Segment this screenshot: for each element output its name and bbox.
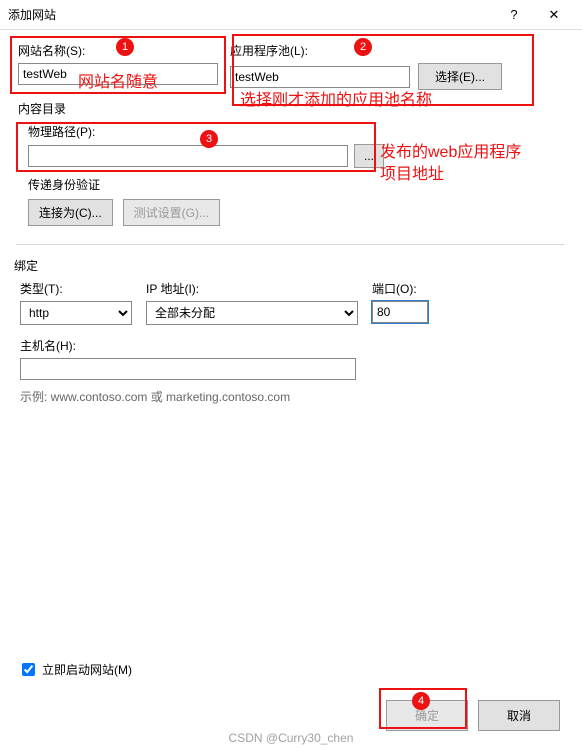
physical-path-input[interactable] — [28, 145, 348, 167]
watermark-text: CSDN @Curry30_chen — [0, 731, 582, 745]
auth-label: 传递身份验证 — [28, 176, 564, 193]
site-name-label: 网站名称(S): — [18, 42, 218, 59]
host-label: 主机名(H): — [20, 337, 564, 354]
port-input[interactable] — [372, 301, 428, 323]
window-title: 添加网站 — [8, 6, 494, 23]
app-pool-select-button[interactable]: 选择(E)... — [418, 63, 502, 90]
site-name-input[interactable] — [18, 63, 218, 85]
host-example: 示例: www.contoso.com 或 marketing.contoso.… — [20, 388, 564, 405]
ok-button: 确定 — [386, 700, 468, 731]
port-label: 端口(O): — [372, 280, 428, 297]
type-select[interactable]: http — [20, 301, 132, 325]
app-pool-input[interactable] — [230, 66, 410, 88]
physical-path-label: 物理路径(P): — [28, 123, 564, 140]
start-immediately-checkbox[interactable] — [22, 663, 35, 676]
connect-as-button[interactable]: 连接为(C)... — [28, 199, 113, 226]
close-icon[interactable]: ✕ — [534, 7, 574, 23]
content-dir-label: 内容目录 — [18, 100, 564, 117]
ip-select[interactable]: 全部未分配 — [146, 301, 358, 325]
ip-label: IP 地址(I): — [146, 280, 358, 297]
help-icon[interactable]: ? — [494, 7, 534, 22]
titlebar: 添加网站 ? ✕ — [0, 0, 582, 30]
binding-section-label: 绑定 — [14, 257, 564, 274]
browse-path-button[interactable]: ... — [354, 144, 384, 168]
test-settings-button: 测试设置(G)... — [123, 199, 220, 226]
type-label: 类型(T): — [20, 280, 132, 297]
start-immediately-label: 立即启动网站(M) — [42, 661, 132, 678]
cancel-button[interactable]: 取消 — [478, 700, 560, 731]
app-pool-label: 应用程序池(L): — [230, 42, 502, 59]
host-input[interactable] — [20, 358, 356, 380]
